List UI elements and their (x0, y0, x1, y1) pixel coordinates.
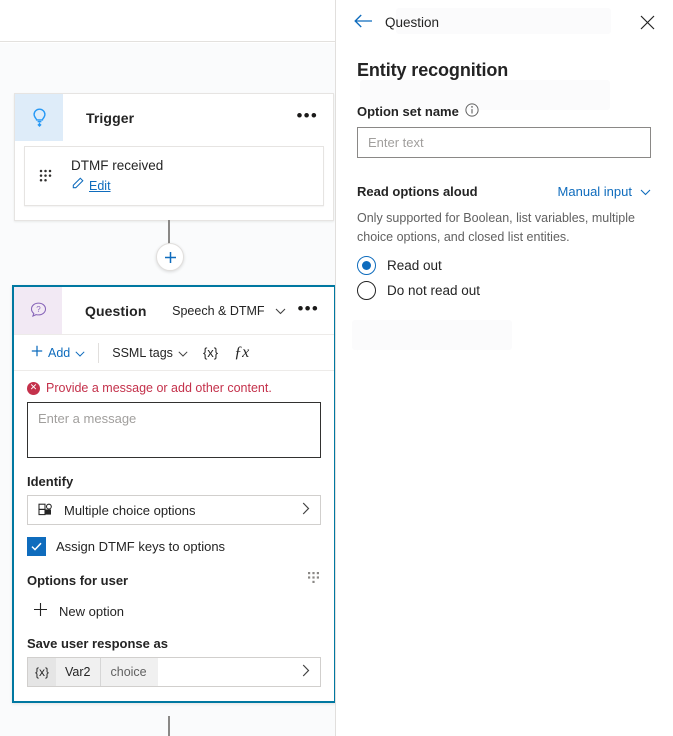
toolbar-insert-variable-button[interactable]: {x} (195, 342, 226, 363)
question-node-title: Question (85, 302, 147, 319)
toolbar-add-label: Add (48, 345, 71, 360)
connector-question-to-next (168, 716, 170, 736)
question-mode-label[interactable]: Speech & DTMF (172, 304, 264, 318)
info-icon[interactable] (465, 103, 479, 120)
assign-dtmf-label: Assign DTMF keys to options (56, 539, 226, 554)
new-option-button[interactable]: New option (27, 602, 321, 620)
input-mode-label: Manual input (557, 184, 632, 199)
option-set-name-label: Option set name (357, 104, 459, 119)
option-set-name-label-row: Option set name (357, 103, 651, 120)
radio-selected-dot (362, 260, 371, 270)
dtmf-card-body: DTMF received Edit (71, 157, 163, 195)
question-error-text: Provide a message or add other content. (46, 381, 272, 395)
toolbar-divider (98, 342, 100, 363)
variable-chevron-right-icon (302, 664, 320, 680)
panel-close-button[interactable] (636, 11, 658, 33)
panel-back-label: Question (385, 14, 440, 30)
trigger-node-header: Trigger ••• (15, 94, 333, 141)
radio-read-out-control[interactable] (357, 255, 376, 275)
panel-header: Question (336, 0, 673, 44)
pencil-icon (71, 177, 84, 195)
toolbar-ssml-tags-button[interactable]: SSML tags (105, 343, 195, 363)
question-node-actions: Speech & DTMF ••• (172, 300, 334, 322)
question-toolbar: Add SSML tags {x} ƒx (14, 334, 334, 371)
question-more-menu-button[interactable]: ••• (296, 300, 321, 322)
question-bubble-icon: ? (14, 287, 62, 334)
svg-text:?: ? (36, 305, 41, 314)
variable-name: Var2 (56, 658, 100, 686)
dtmf-card-title: DTMF received (71, 158, 164, 173)
plus-icon (33, 602, 48, 620)
dtmf-edit-label: Edit (89, 178, 111, 193)
identify-value: Multiple choice options (64, 502, 196, 518)
option-set-name-input[interactable] (357, 127, 651, 158)
question-node-body: ✕ Provide a message or add other content… (14, 371, 334, 701)
variable-type: choice (99, 658, 158, 686)
radio-do-not-read-out-label: Do not read out (387, 282, 481, 298)
radio-do-not-read-out[interactable]: Do not read out (357, 280, 651, 300)
plus-icon (31, 345, 43, 360)
toolbar-ssml-chevron-down-icon (178, 346, 188, 360)
dtmf-received-card[interactable]: DTMF received Edit (24, 146, 324, 206)
identify-chevron-right-icon (302, 502, 310, 518)
assign-dtmf-checkbox-row[interactable]: Assign DTMF keys to options (27, 537, 321, 556)
flow-canvas[interactable]: Trigger ••• DTMF received Edit ? Questio… (0, 43, 335, 736)
options-for-user-label: Options for user (27, 572, 129, 588)
panel-body: Entity recognition Option set name Read … (336, 44, 673, 300)
identify-section-label: Identify (27, 474, 74, 489)
trigger-node[interactable]: Trigger ••• DTMF received Edit (14, 93, 334, 221)
new-option-label: New option (59, 603, 125, 619)
page-title: Entity recognition (357, 60, 509, 80)
radio-do-not-read-out-control[interactable] (357, 280, 376, 300)
read-options-help-text: Only supported for Boolean, list variabl… (357, 211, 635, 245)
input-mode-chevron-down-icon (640, 184, 651, 199)
grid-dots-icon[interactable] (308, 572, 321, 588)
toolbar-formula-button[interactable]: ƒx (226, 342, 257, 364)
input-mode-dropdown[interactable]: Manual input (558, 184, 651, 199)
question-error-message: ✕ Provide a message or add other content… (27, 381, 321, 395)
dtmf-edit-link[interactable]: Edit (71, 177, 163, 195)
authoring-canvas-column: Trigger ••• DTMF received Edit ? Questio… (0, 0, 336, 736)
trigger-node-title: Trigger (86, 109, 135, 126)
question-node[interactable]: ? Question Speech & DTMF ••• Add SSML ta… (12, 285, 335, 703)
variable-token-icon: {x} (28, 658, 57, 686)
read-options-aloud-row: Read options aloud Manual input (357, 184, 651, 199)
trigger-more-menu-button[interactable]: ••• (295, 107, 320, 129)
trigger-node-actions: ••• (295, 107, 333, 129)
add-node-button[interactable] (156, 243, 184, 271)
panel-ghost-artifact (352, 320, 512, 350)
error-circle-icon: ✕ (27, 381, 40, 395)
multiple-choice-icon (38, 501, 54, 519)
trigger-bolt-icon (15, 94, 63, 141)
save-response-variable-picker[interactable]: {x} Var2 choice (27, 657, 321, 687)
question-node-header: ? Question Speech & DTMF ••• (14, 287, 334, 334)
radio-read-out-label: Read out (387, 257, 442, 273)
toolbar-ssml-label: SSML tags (112, 345, 173, 360)
identify-picker[interactable]: Multiple choice options (27, 495, 321, 525)
canvas-topbar (0, 0, 335, 42)
read-options-aloud-label: Read options aloud (357, 184, 478, 199)
drag-dots-icon[interactable] (37, 168, 53, 184)
assign-dtmf-checkbox[interactable] (27, 537, 46, 556)
panel-back-button[interactable]: Question (354, 14, 439, 31)
toolbar-add-chevron-down-icon (75, 346, 85, 360)
message-input[interactable]: Enter a message (27, 402, 321, 458)
toolbar-add-button[interactable]: Add (24, 342, 92, 363)
question-mode-chevron-down-icon[interactable] (275, 303, 286, 318)
radio-read-out[interactable]: Read out (357, 255, 651, 275)
entity-recognition-panel: Question Entity recognition Option set n… (336, 0, 673, 736)
save-response-label: Save user response as (27, 636, 168, 651)
options-for-user-row: Options for user (27, 572, 321, 588)
app-root: Trigger ••• DTMF received Edit ? Questio… (0, 0, 673, 736)
back-arrow-icon (354, 14, 373, 31)
